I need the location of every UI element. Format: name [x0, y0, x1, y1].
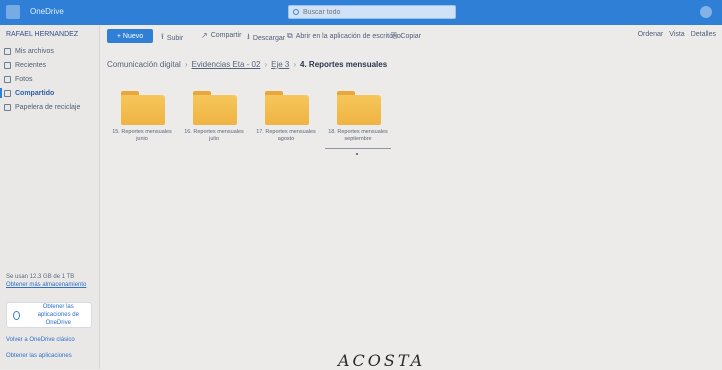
- get-apps-card[interactable]: Obtener las aplicaciones de OneDrive: [6, 302, 92, 328]
- folder-icon: [121, 91, 165, 125]
- view-tools: Ordenar Vista Detalles: [638, 31, 716, 38]
- share-button[interactable]: ↗ Compartir: [201, 31, 241, 40]
- sidebar-item-shared[interactable]: Compartido: [0, 87, 55, 99]
- classic-onedrive-link[interactable]: Volver a OneDrive clásico: [6, 337, 75, 343]
- download-icon: ⭳: [247, 32, 250, 41]
- main-content: + Nuevo ⭱ Subir ↗ Compartir ⭳ Descargar …: [101, 25, 722, 369]
- copy-icon: ⎘: [391, 31, 398, 40]
- breadcrumb: Comunicación digital › Evidencias Eta - …: [107, 60, 387, 69]
- sidebar-item-label: Papelera de reciclaje: [15, 103, 81, 111]
- command-bar: + Nuevo ⭱ Subir ↗ Compartir ⭳ Descargar …: [101, 25, 722, 47]
- view-button[interactable]: Vista: [669, 31, 684, 38]
- copy-label: Copiar: [400, 32, 422, 40]
- new-button[interactable]: + Nuevo: [107, 29, 153, 43]
- download-button[interactable]: ⭳ Descargar: [247, 31, 285, 45]
- sidebar-item-label: Mis archivos: [15, 47, 54, 55]
- app-name[interactable]: OneDrive: [30, 7, 64, 16]
- open-desktop-label: Abrir en la aplicación de escritorio: [295, 32, 401, 40]
- trash-icon: [4, 103, 11, 111]
- apps-card-label: Obtener las aplicaciones de OneDrive: [37, 304, 79, 326]
- cursor-dot: [356, 153, 358, 155]
- breadcrumb-current: 4. Reportes mensuales: [300, 60, 388, 69]
- handwritten-annotation: ACOSTA: [338, 351, 426, 370]
- sort-button[interactable]: Ordenar: [638, 31, 664, 38]
- sidebar-item-recycle-bin[interactable]: Papelera de reciclaje: [4, 101, 80, 113]
- folder-name: 17. Reportes mensuales agosto: [256, 129, 316, 142]
- folder-icon: [337, 91, 381, 125]
- storage-text: Se usan 12.3 GB de 1 TB: [6, 274, 75, 280]
- breadcrumb-item[interactable]: Evidencias Eta - 02: [192, 60, 261, 69]
- search-icon: [293, 9, 299, 15]
- upload-button[interactable]: ⭱ Subir: [161, 31, 183, 45]
- chevron-right-icon: ›: [293, 60, 297, 69]
- folder-icon: [4, 47, 11, 55]
- share-label: Compartir: [210, 32, 242, 39]
- storage-info: Se usan 12.3 GB de 1 TB Obtener más alma…: [6, 273, 96, 289]
- folder-item[interactable]: 16. Reportes mensuales julio: [179, 91, 249, 161]
- share-icon: ↗: [201, 31, 208, 40]
- folder-name: 16. Reportes mensuales julio: [184, 129, 244, 142]
- avatar[interactable]: [700, 6, 712, 18]
- app-launcher-icon[interactable]: [6, 5, 20, 19]
- breadcrumb-item[interactable]: Comunicación digital: [107, 60, 181, 69]
- open-desktop-button[interactable]: ⧉ Abrir en la aplicación de escritorio: [287, 31, 401, 41]
- folder-icon: [193, 91, 237, 125]
- folder-name: 18. Reportes mensuales septiembre: [328, 129, 388, 142]
- folder-item[interactable]: 15. Reportes mensuales junio: [107, 91, 177, 161]
- title-bar: OneDrive: [0, 0, 722, 25]
- sidebar-item-my-files[interactable]: Mis archivos: [4, 45, 54, 57]
- sidebar-item-recent[interactable]: Recientes: [4, 59, 46, 71]
- sidebar-item-label: Fotos: [15, 75, 33, 83]
- open-icon: ⧉: [287, 31, 293, 40]
- sidebar-item-label: Compartido: [15, 89, 55, 97]
- sidebar: RAFAEL HERNANDEZ Mis archivos Recientes …: [0, 25, 100, 369]
- search-input[interactable]: [303, 8, 443, 16]
- image-icon: [4, 75, 11, 83]
- storage-link[interactable]: Obtener más almacenamiento: [6, 281, 96, 289]
- people-icon: [4, 89, 11, 97]
- sidebar-item-label: Recientes: [15, 61, 47, 69]
- folder-item[interactable]: 17. Reportes mensuales agosto: [251, 91, 321, 161]
- copy-button[interactable]: ⎘ Copiar: [391, 31, 421, 41]
- download-label: Descargar: [252, 34, 286, 42]
- get-apps-link[interactable]: Obtener las aplicaciones: [6, 353, 72, 359]
- details-button[interactable]: Detalles: [691, 31, 716, 38]
- clock-icon: [4, 61, 11, 69]
- diamond-icon: [13, 310, 20, 320]
- account-name: RAFAEL HERNANDEZ: [6, 31, 79, 38]
- folder-name: 15. Reportes mensuales junio: [112, 129, 172, 142]
- chevron-right-icon: ›: [264, 60, 268, 69]
- search-box[interactable]: [288, 5, 456, 19]
- upload-icon: ⭱: [161, 32, 164, 41]
- folder-icon: [265, 91, 309, 125]
- upload-label: Subir: [166, 34, 184, 42]
- new-button-label: + Nuevo: [116, 32, 144, 40]
- chevron-right-icon: ›: [184, 60, 188, 69]
- sidebar-item-photos[interactable]: Fotos: [4, 73, 33, 85]
- folder-item-selected[interactable]: 18. Reportes mensuales septiembre: [323, 91, 393, 161]
- breadcrumb-item[interactable]: Eje 3: [271, 60, 289, 69]
- selection-underline: [325, 148, 391, 149]
